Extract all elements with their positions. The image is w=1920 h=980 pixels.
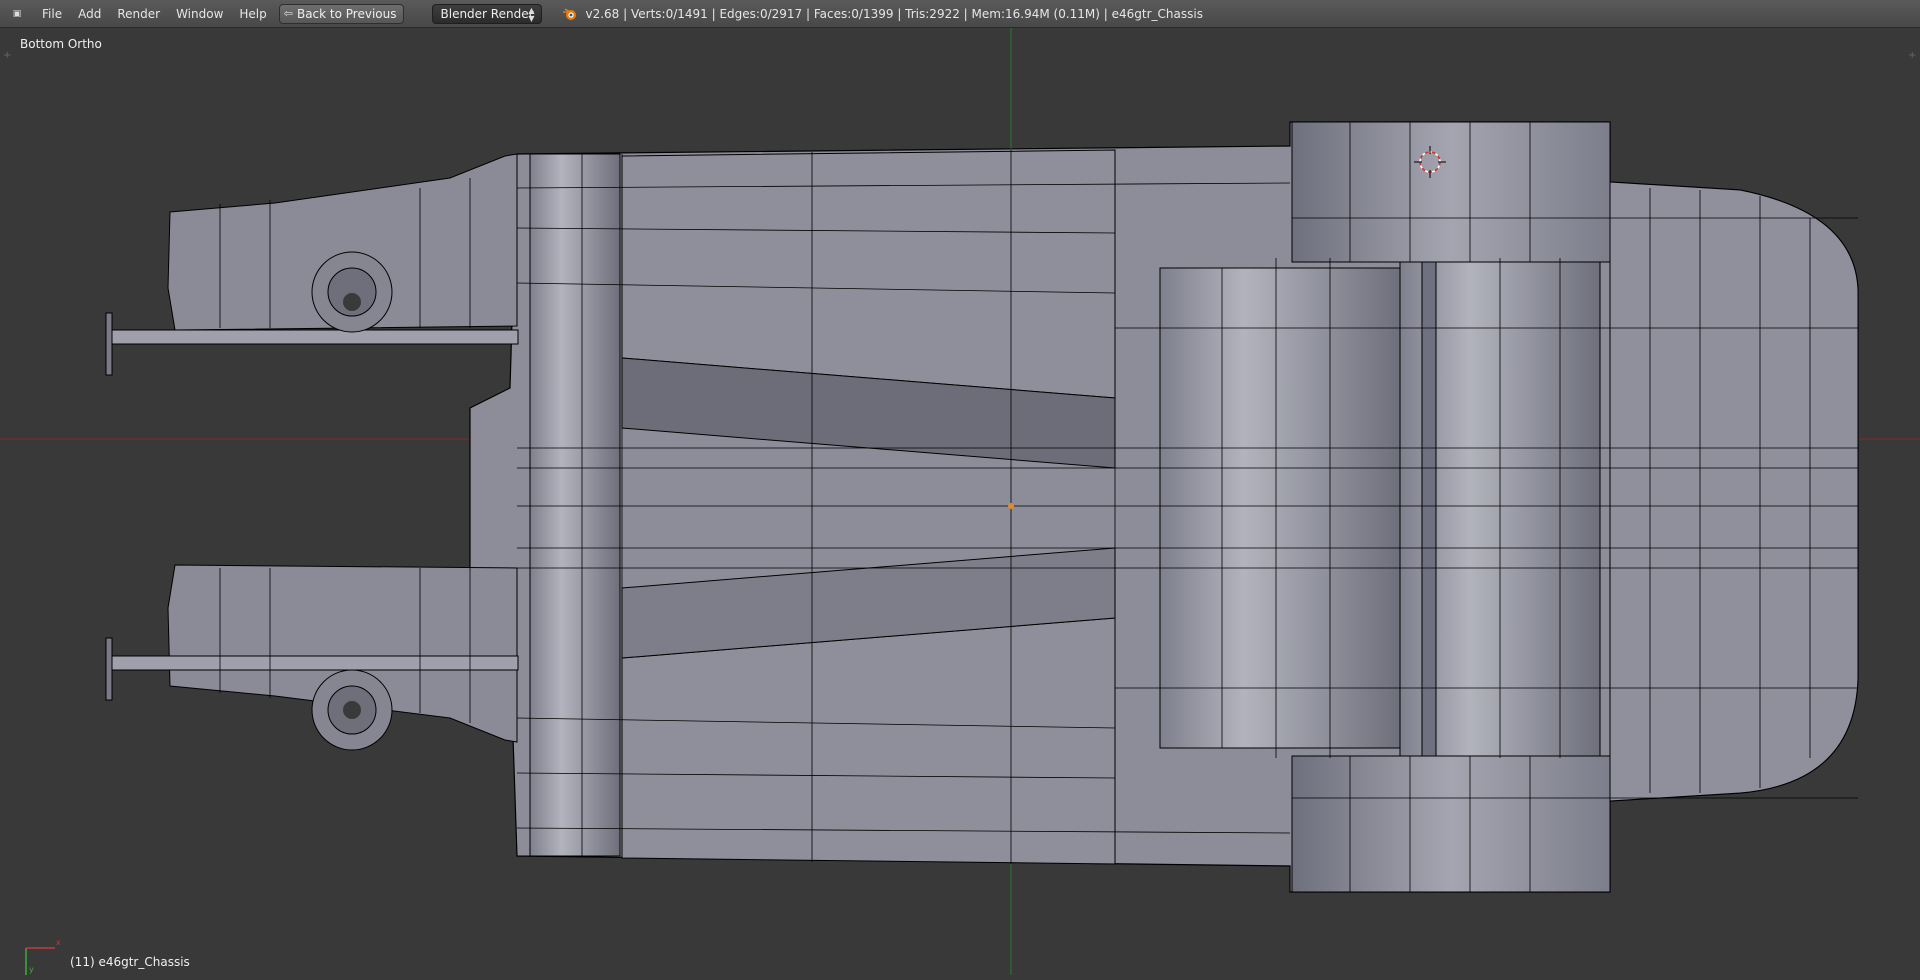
view-axis-gizmo-icon: x y	[25, 938, 61, 975]
region-corner-left-icon[interactable]: +	[3, 50, 11, 61]
object-origin-icon	[1008, 503, 1014, 509]
svg-text:y: y	[29, 965, 34, 974]
updown-arrows-icon: ▲ ▼	[528, 5, 535, 23]
info-header: ▣ File Add Render Window Help ⇦ Back to …	[0, 0, 1920, 28]
svg-text:x: x	[56, 938, 61, 947]
menu-file[interactable]: File	[34, 0, 70, 28]
menu-render[interactable]: Render	[109, 0, 168, 28]
view3d-icon: ▣	[12, 8, 22, 19]
editor-type-button[interactable]: ▣	[10, 7, 24, 21]
scene-stats: v2.68 | Verts:0/1491 | Edges:0/2917 | Fa…	[585, 6, 1203, 21]
menu-add[interactable]: Add	[70, 0, 109, 28]
render-engine-select[interactable]: Blender Render ▲ ▼	[431, 3, 542, 24]
region-corner-right-icon[interactable]: +	[1908, 50, 1916, 61]
back-arrow-icon: ⇦	[283, 7, 293, 20]
menu-help[interactable]: Help	[231, 0, 274, 28]
chassis-mesh[interactable]	[105, 121, 1859, 893]
back-to-previous-button[interactable]: ⇦ Back to Previous	[278, 3, 404, 24]
active-object-label: (11) e46gtr_Chassis	[70, 955, 190, 969]
3d-viewport[interactable]: + + x y Bottom Ortho (11) e46gtr_Chassis	[0, 28, 1920, 975]
blender-logo-icon	[562, 7, 576, 20]
menu-window[interactable]: Window	[168, 0, 231, 28]
view-name-label: Bottom Ortho	[20, 37, 102, 51]
render-engine-value: Blender Render	[440, 6, 534, 21]
back-to-previous-label: Back to Previous	[296, 6, 397, 21]
viewport-canvas[interactable]: + + x y	[0, 28, 1920, 975]
